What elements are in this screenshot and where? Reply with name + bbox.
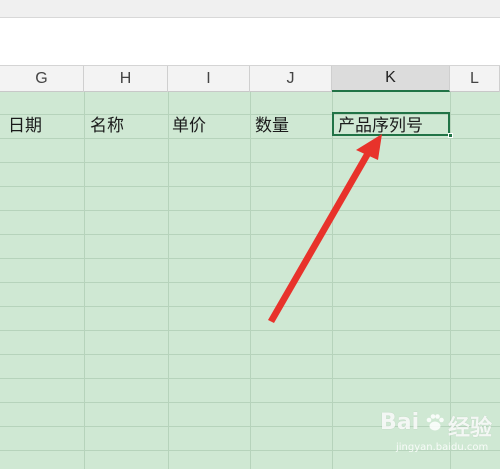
watermark-url: jingyan.baidu.com (396, 442, 489, 453)
red-arrow-annotation (268, 134, 382, 323)
watermark-text-left: Bai (380, 410, 420, 435)
watermark-text-right: 经验 (448, 416, 493, 441)
baidu-jingyan-watermark: Bai 经验 jingyan.baidu.com (356, 408, 496, 464)
paw-icon (426, 414, 444, 431)
arrow-shaft (268, 150, 372, 323)
